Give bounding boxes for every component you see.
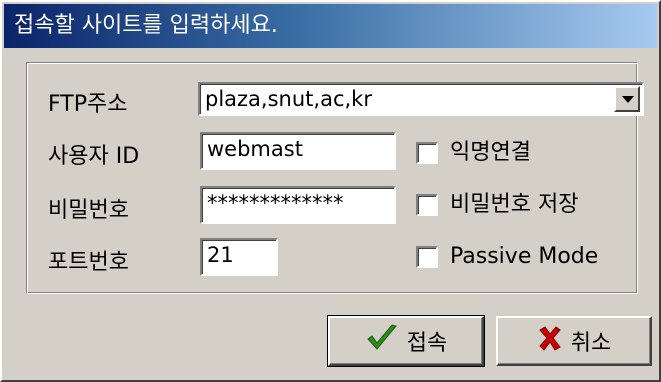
ftp-address-value: plaza,snut,ac,kr bbox=[205, 87, 372, 111]
passive-mode-label: Passive Mode bbox=[450, 244, 599, 269]
port-input[interactable]: 21 bbox=[200, 238, 278, 276]
title-bar[interactable]: 접속할 사이트를 입력하세요. bbox=[4, 4, 657, 48]
connect-button-label: 접속 bbox=[406, 331, 448, 356]
checkmark-icon bbox=[365, 323, 399, 359]
passive-mode-checkbox[interactable] bbox=[416, 246, 438, 268]
anonymous-label: 익명연결 bbox=[450, 140, 531, 165]
dialog-title: 접속할 사이트를 입력하세요. bbox=[14, 13, 278, 38]
chevron-down-icon bbox=[622, 96, 634, 103]
user-id-label: 사용자 ID bbox=[48, 144, 140, 169]
password-input[interactable]: ************* bbox=[200, 186, 396, 224]
x-icon bbox=[537, 325, 563, 357]
password-label: 비밀번호 bbox=[48, 198, 129, 223]
port-value: 21 bbox=[207, 243, 234, 267]
port-label: 포트번호 bbox=[48, 250, 129, 275]
user-id-value: webmast bbox=[207, 137, 303, 161]
password-value: ************* bbox=[207, 191, 344, 215]
dropdown-button[interactable] bbox=[614, 86, 640, 112]
cancel-button-label: 취소 bbox=[570, 331, 612, 356]
ftp-address-label: FTP주소 bbox=[48, 92, 128, 117]
save-password-checkbox[interactable] bbox=[416, 194, 438, 216]
connect-button[interactable]: 접속 bbox=[327, 315, 485, 367]
save-password-label: 비밀번호 저장 bbox=[450, 192, 579, 217]
anonymous-checkbox[interactable] bbox=[416, 142, 438, 164]
connect-dialog: 접속할 사이트를 입력하세요. FTP주소 plaza,snut,ac,kr 사… bbox=[0, 0, 661, 382]
ftp-address-combobox[interactable]: plaza,snut,ac,kr bbox=[198, 82, 644, 116]
user-id-input[interactable]: webmast bbox=[200, 132, 396, 170]
cancel-button[interactable]: 취소 bbox=[496, 316, 652, 366]
